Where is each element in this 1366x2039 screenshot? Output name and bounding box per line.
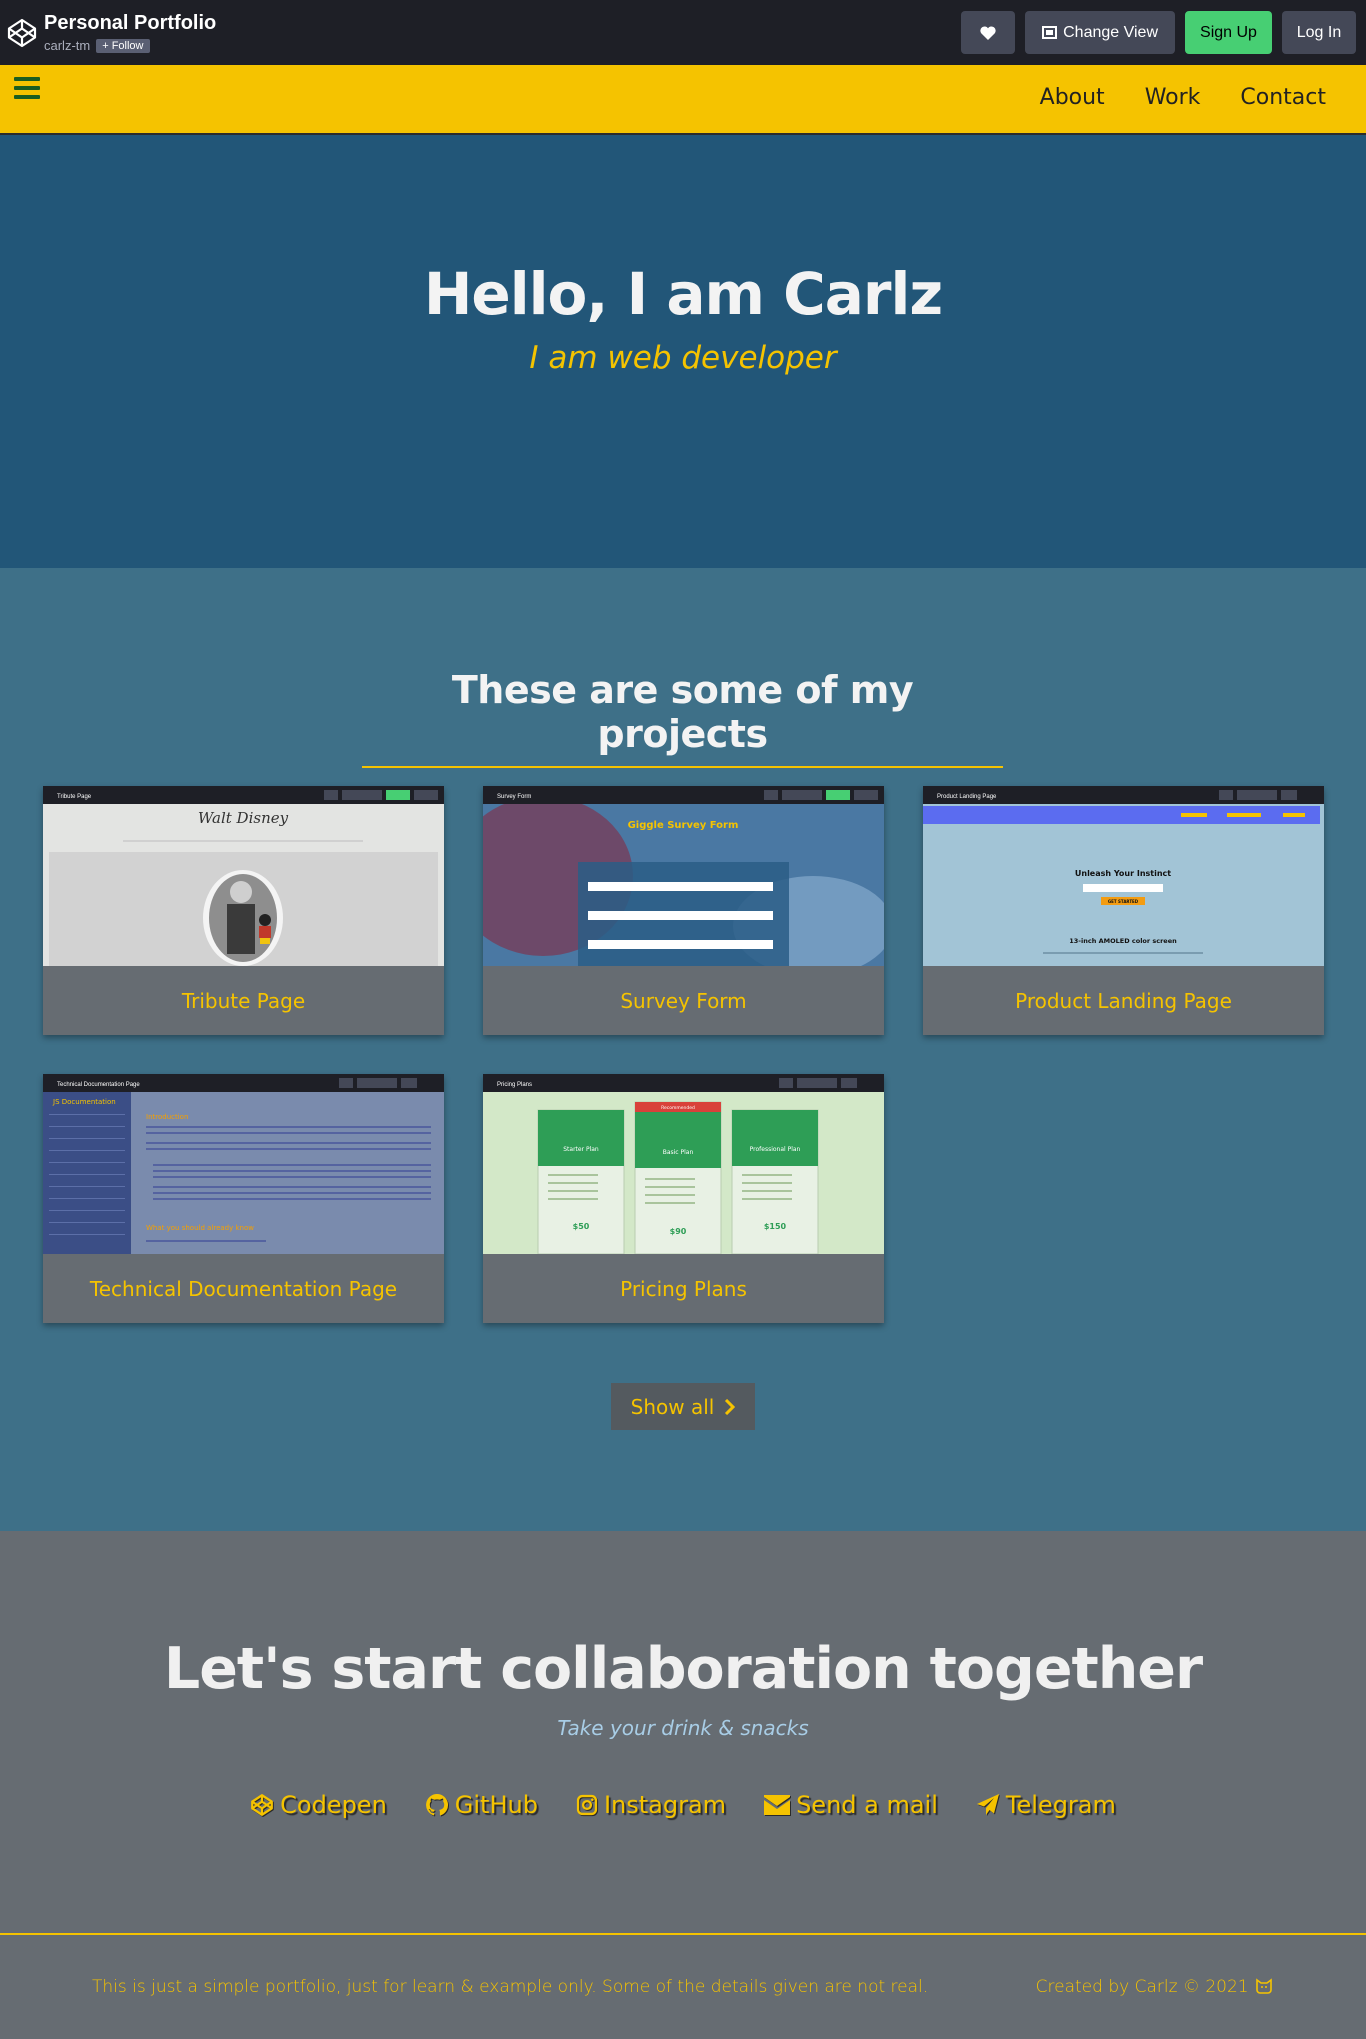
thumb-bar-title: Technical Documentation Page	[57, 1082, 140, 1088]
plan-name: Basic Plan	[663, 1149, 694, 1156]
hero-subtitle: I am web developer	[529, 340, 837, 376]
nav-link-contact[interactable]: Contact	[1240, 85, 1326, 110]
product-landing-screenshot: Product Landing Page Unleash Your Instin…	[923, 786, 1324, 966]
heart-button[interactable]	[961, 11, 1016, 54]
chevron-right-icon	[725, 1398, 736, 1415]
collab-title: Let's start collaboration together	[163, 1636, 1203, 1702]
show-all-label: Show all	[630, 1394, 715, 1419]
projects-section: These are some of my projects Tribute Pa…	[0, 568, 1366, 1531]
change-view-label: Change View	[1063, 23, 1158, 41]
mail-link[interactable]: Send a mail	[764, 1791, 938, 1819]
project-card-title: Survey Form	[620, 988, 747, 1013]
tribute-page-screenshot: Tribute Page Walt Disney	[43, 786, 444, 966]
layout-icon	[1042, 26, 1058, 39]
follow-button[interactable]: + Follow	[96, 38, 150, 53]
plan-price: $50	[573, 1222, 590, 1231]
thumb-bar-title: Product Landing Page	[937, 794, 997, 800]
thumb-subheading: What you should already know	[146, 1224, 254, 1232]
thumb-bar-title: Survey Form	[497, 794, 531, 800]
thumb-feature: 13-inch AMOLED color screen	[1069, 937, 1177, 945]
project-card-title: Pricing Plans	[620, 1276, 747, 1301]
change-view-button[interactable]: Change View	[1025, 11, 1175, 54]
thumb-cta: GET STARTED	[1108, 899, 1139, 904]
login-button[interactable]: Log In	[1282, 11, 1356, 54]
plan-name: Professional Plan	[750, 1146, 801, 1153]
hero-title: Hello, I am Carlz	[423, 260, 943, 328]
instagram-label: Instagram	[603, 1791, 727, 1819]
project-card-title: Tribute Page	[181, 988, 306, 1013]
codepen-logo-icon[interactable]	[6, 17, 38, 49]
pen-title: Personal Portfolio	[44, 12, 217, 34]
codepen-icon	[251, 1794, 273, 1816]
pricing-plans-screenshot: Pricing Plans Starter Plan $50 Recommend…	[483, 1074, 884, 1254]
nav-link-about[interactable]: About	[1040, 85, 1105, 110]
show-all-button[interactable]: Show all	[611, 1383, 755, 1430]
project-card-tribute[interactable]: Tribute Page Walt Disney Tribute Page	[43, 786, 444, 1035]
github-link[interactable]: GitHub	[425, 1791, 538, 1819]
collab-subtitle: Take your drink & snacks	[557, 1716, 809, 1740]
github-icon	[425, 1794, 448, 1816]
plan-price: $150	[764, 1222, 787, 1231]
telegram-label: Telegram	[1005, 1791, 1116, 1819]
envelope-icon	[764, 1795, 791, 1815]
project-card-landing[interactable]: Product Landing Page Unleash Your Instin…	[923, 786, 1324, 1035]
project-card-docs[interactable]: Technical Documentation Page JS Document…	[43, 1074, 444, 1323]
instagram-icon	[576, 1794, 598, 1816]
social-links: Codepen GitHub Instagram Send a mail Tel…	[0, 1791, 1366, 1819]
codepen-label: Codepen	[280, 1791, 387, 1819]
mail-label: Send a mail	[796, 1791, 938, 1819]
contact-section: Let's start collaboration together Take …	[0, 1531, 1366, 1933]
paper-plane-icon	[976, 1794, 999, 1815]
survey-form-screenshot: Survey Form Giggle Survey Form	[483, 786, 884, 966]
recommended-badge: Recommended	[661, 1105, 695, 1111]
heart-icon	[980, 25, 996, 40]
thumb-sidebar-title: JS Documentation	[52, 1098, 116, 1106]
hamburger-menu-icon[interactable]	[14, 77, 40, 101]
cat-face-icon	[1256, 1978, 1272, 1994]
credit-text: Created by Carlz © 2021	[1036, 1977, 1274, 1997]
plan-name: Starter Plan	[563, 1146, 599, 1153]
thumb-bar-title: Pricing Plans	[497, 1082, 532, 1088]
telegram-link[interactable]: Telegram	[976, 1791, 1116, 1819]
thumb-heading: Walt Disney	[198, 809, 289, 827]
github-label: GitHub	[454, 1791, 538, 1819]
thumb-heading: Unleash Your Instinct	[1075, 869, 1171, 878]
project-card-title: Product Landing Page	[1015, 988, 1232, 1013]
codepen-header: Personal Portfolio carlz-tm + Follow Cha…	[0, 0, 1366, 65]
thumb-bar-title: Tribute Page	[57, 794, 92, 800]
project-card-pricing[interactable]: Pricing Plans Starter Plan $50 Recommend…	[483, 1074, 884, 1323]
plan-price: $90	[670, 1227, 687, 1236]
projects-heading: These are some of my projects	[362, 668, 1003, 768]
signup-button[interactable]: Sign Up	[1185, 11, 1272, 54]
thumb-heading: Introduction	[146, 1113, 188, 1121]
instagram-link[interactable]: Instagram	[576, 1791, 726, 1819]
disclaimer-text: This is just a simple portfolio, just fo…	[92, 1977, 929, 1997]
nav-link-work[interactable]: Work	[1145, 85, 1201, 110]
credit-label: Created by Carlz © 2021	[1035, 1977, 1249, 1997]
project-card-survey[interactable]: Survey Form Giggle Survey Form Survey Fo…	[483, 786, 884, 1035]
site-footer: This is just a simple portfolio, just fo…	[0, 1933, 1366, 2039]
nav-links: About Work Contact	[1040, 85, 1326, 110]
project-card-title: Technical Documentation Page	[89, 1276, 398, 1301]
technical-docs-screenshot: Technical Documentation Page JS Document…	[43, 1074, 444, 1254]
pen-author[interactable]: carlz-tm	[44, 38, 90, 53]
hero-section: Hello, I am Carlz I am web developer	[0, 135, 1366, 568]
site-navbar: About Work Contact	[0, 65, 1366, 135]
codepen-link[interactable]: Codepen	[250, 1791, 387, 1819]
thumb-heading: Giggle Survey Form	[628, 820, 739, 831]
